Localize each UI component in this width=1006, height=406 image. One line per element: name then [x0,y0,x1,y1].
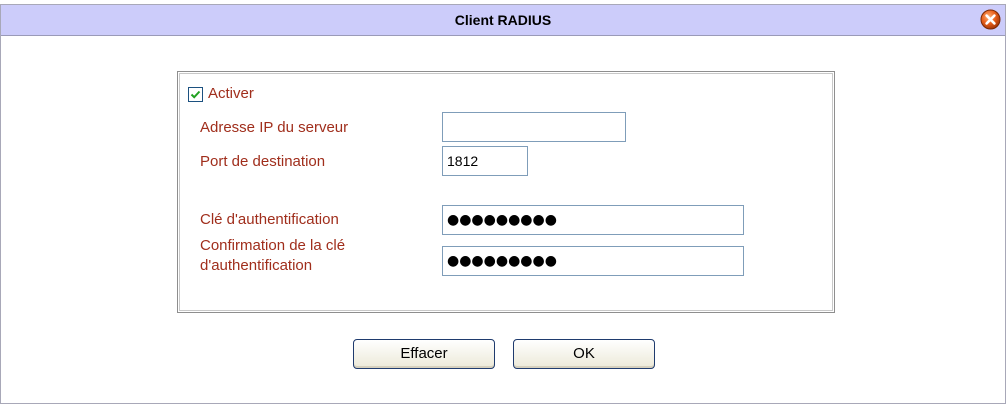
radius-client-dialog: Client RADIUS Activer Adresse IP du serv… [0,4,1006,404]
ok-button[interactable]: OK [513,339,655,369]
checkmark-icon [190,90,201,99]
server-ip-input[interactable] [442,112,626,142]
enable-label: Activer [208,85,254,102]
dialog-title: Client RADIUS [454,12,552,28]
confirm-key-label-line1: Confirmation de la clé [200,237,346,254]
dialog-titlebar: Client RADIUS [1,5,1005,36]
clear-button[interactable]: Effacer [353,339,495,369]
auth-key-input[interactable]: ●●●●●●●●● [442,205,744,235]
dest-port-label: Port de destination [200,153,326,170]
close-icon[interactable] [980,9,1001,30]
radius-settings-panel: Activer Adresse IP du serveur Port de de… [177,71,835,313]
dest-port-input[interactable]: 1812 [442,146,528,176]
confirm-key-input[interactable]: ●●●●●●●●● [442,246,744,276]
confirm-key-label-line2: d'authentification [200,257,313,274]
enable-checkbox[interactable] [188,87,203,102]
server-ip-label: Adresse IP du serveur [200,119,349,136]
auth-key-label: Clé d'authentification [200,211,339,228]
